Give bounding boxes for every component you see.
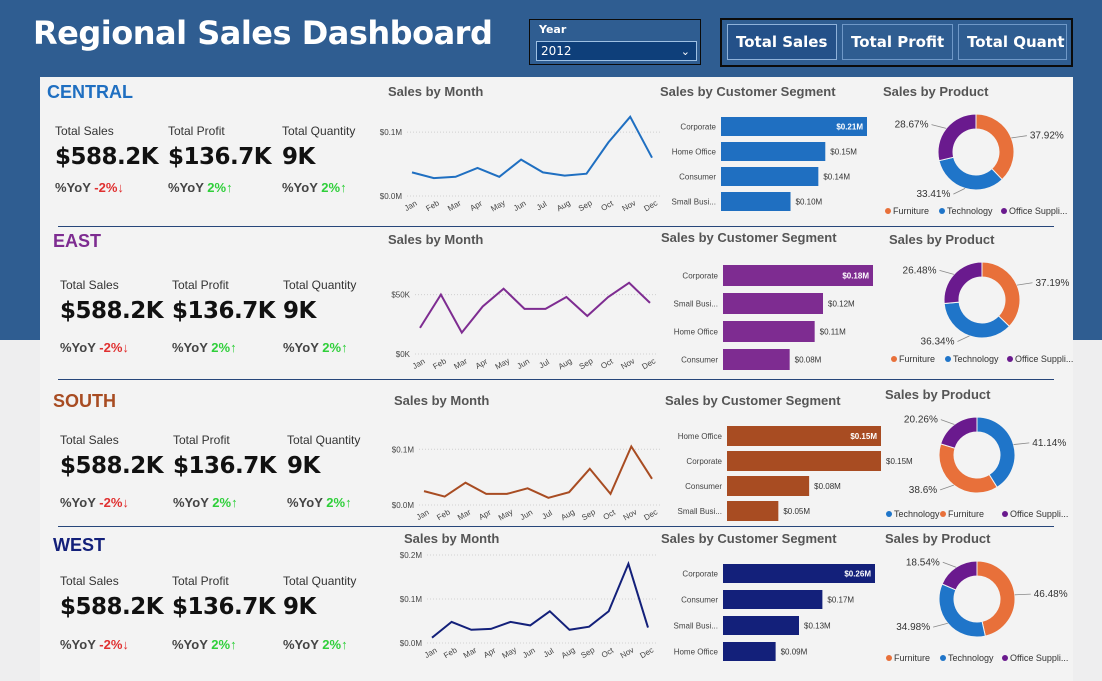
yoy-value: 2%↑ [207,180,233,195]
sales-by-month-title: Sales by Month [388,232,484,247]
sales-by-month-title: Sales by Month [404,531,500,546]
region-divider [58,379,1054,380]
yoy-prefix: %YoY [173,495,209,510]
kpi-yoy-quantity: %YoY 2%↑ [287,495,352,510]
yoy-value: -2%↓ [99,637,129,652]
yoy-prefix: %YoY [168,180,204,195]
region-title-south: SOUTH [53,391,116,411]
yoy-prefix: %YoY [55,180,91,195]
kpi-value-quantity: 9K [283,298,316,324]
kpi-label-profit: Total Profit [172,574,229,588]
sales-by-product-title: Sales by Product [885,387,991,402]
region-divider [58,226,1054,227]
region-title-central: CENTRAL [47,82,133,102]
total-quantity-button[interactable]: Total Quant... [958,24,1067,60]
year-value: 2012 [541,44,572,58]
kpi-label-quantity: Total Quantity [283,574,357,588]
kpi-yoy-quantity: %YoY 2%↑ [282,180,347,195]
total-profit-button[interactable]: Total Profit [842,24,953,60]
yoy-value: -2%↓ [99,340,129,355]
yoy-value: -2%↓ [99,495,129,510]
kpi-label-sales: Total Sales [60,433,119,447]
kpi-yoy-profit: %YoY 2%↑ [168,180,233,195]
sales-by-product-title: Sales by Product [889,232,995,247]
kpi-label-sales: Total Sales [60,278,119,292]
kpi-value-sales: $588.2K [55,144,159,170]
kpi-yoy-quantity: %YoY 2%↑ [283,637,348,652]
measure-selector: Total Sales Total Profit Total Quant... [720,18,1073,67]
kpi-value-quantity: 9K [282,144,315,170]
kpi-yoy-sales: %YoY -2%↓ [60,340,129,355]
kpi-yoy-quantity: %YoY 2%↑ [283,340,348,355]
sales-by-segment-title: Sales by Customer Segment [661,230,837,245]
yoy-prefix: %YoY [287,495,323,510]
yoy-prefix: %YoY [283,637,319,652]
kpi-label-quantity: Total Quantity [283,278,357,292]
kpi-value-sales: $588.2K [60,453,164,479]
region-divider [58,526,1054,527]
kpi-label-profit: Total Profit [168,124,225,138]
kpi-value-profit: $136.7K [168,144,272,170]
yoy-value: -2%↓ [94,180,124,195]
yoy-prefix: %YoY [172,637,208,652]
yoy-value: 2%↑ [322,340,348,355]
kpi-yoy-profit: %YoY 2%↑ [172,340,237,355]
kpi-yoy-profit: %YoY 2%↑ [173,495,238,510]
kpi-label-profit: Total Profit [172,278,229,292]
kpi-label-quantity: Total Quantity [287,433,361,447]
year-slicer-label: Year [539,23,567,36]
sales-by-segment-title: Sales by Customer Segment [665,393,841,408]
sales-by-month-title: Sales by Month [394,393,490,408]
kpi-yoy-sales: %YoY -2%↓ [55,180,124,195]
kpi-yoy-sales: %YoY -2%↓ [60,637,129,652]
kpi-label-sales: Total Sales [60,574,119,588]
year-dropdown[interactable]: 2012 ⌄ [536,41,697,61]
yoy-value: 2%↑ [321,180,347,195]
chevron-down-icon[interactable]: ⌄ [681,43,690,61]
yoy-prefix: %YoY [282,180,318,195]
kpi-label-quantity: Total Quantity [282,124,356,138]
sales-by-segment-title: Sales by Customer Segment [661,531,837,546]
dashboard-title: Regional Sales Dashboard [33,14,493,52]
region-title-east: EAST [53,231,102,251]
kpi-value-quantity: 9K [283,594,316,620]
kpi-value-quantity: 9K [287,453,320,479]
yoy-value: 2%↑ [212,495,238,510]
sales-by-product-title: Sales by Product [883,84,989,99]
yoy-prefix: %YoY [172,340,208,355]
yoy-value: 2%↑ [322,637,348,652]
sales-by-product-title: Sales by Product [885,531,991,546]
yoy-prefix: %YoY [283,340,319,355]
total-sales-button[interactable]: Total Sales [727,24,837,60]
kpi-value-profit: $136.7K [173,453,277,479]
yoy-value: 2%↑ [326,495,352,510]
kpi-yoy-sales: %YoY -2%↓ [60,495,129,510]
year-slicer[interactable]: Year 2012 ⌄ [529,19,701,65]
region-title-west: WEST [53,535,105,555]
kpi-value-profit: $136.7K [172,298,276,324]
yoy-prefix: %YoY [60,637,96,652]
yoy-value: 2%↑ [211,340,237,355]
kpi-value-profit: $136.7K [172,594,276,620]
sales-by-segment-title: Sales by Customer Segment [660,84,836,99]
yoy-value: 2%↑ [211,637,237,652]
kpi-label-profit: Total Profit [173,433,230,447]
sales-by-month-title: Sales by Month [388,84,484,99]
yoy-prefix: %YoY [60,495,96,510]
kpi-value-sales: $588.2K [60,298,164,324]
yoy-prefix: %YoY [60,340,96,355]
kpi-label-sales: Total Sales [55,124,114,138]
kpi-yoy-profit: %YoY 2%↑ [172,637,237,652]
kpi-value-sales: $588.2K [60,594,164,620]
